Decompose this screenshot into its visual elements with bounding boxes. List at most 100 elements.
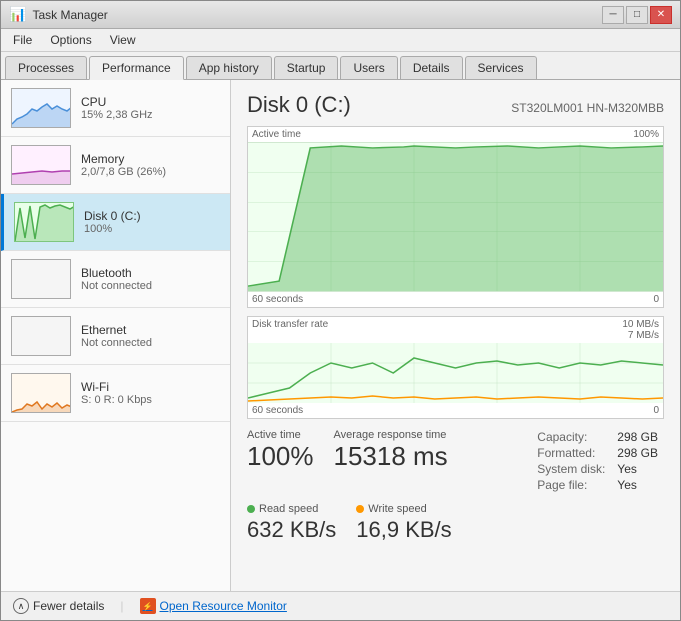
- read-speed-value: 632 KB/s: [247, 517, 336, 543]
- ethernet-mini-graph: [11, 316, 71, 356]
- write-dot: [356, 505, 364, 513]
- sidebar-item-disk[interactable]: Disk 0 (C:) 100%: [1, 194, 230, 251]
- minimize-button[interactable]: ─: [602, 6, 624, 24]
- content-area: CPU 15% 2,38 GHz Memory 2,0/7,8 GB (26%): [1, 80, 680, 591]
- sidebar: CPU 15% 2,38 GHz Memory 2,0/7,8 GB (26%): [1, 80, 231, 591]
- tab-performance[interactable]: Performance: [89, 56, 184, 80]
- disk-model: ST320LM001 HN-M320MBB: [511, 101, 664, 115]
- fewer-details-label: Fewer details: [33, 599, 104, 613]
- active-time-stat: Active time 100%: [247, 429, 314, 469]
- ethernet-sub: Not connected: [81, 337, 152, 349]
- avg-response-stat: Average response time 15318 ms: [334, 429, 448, 469]
- chart2-bottom-left: 60 seconds: [252, 405, 303, 416]
- chart1-top-labels: Active time 100%: [248, 127, 663, 142]
- disk-mini-graph: [14, 202, 74, 242]
- title-bar-left: 📊 Task Manager: [9, 6, 108, 23]
- active-time-chart: Active time 100%: [247, 126, 664, 308]
- chart1-bottom-right: 0: [653, 294, 659, 305]
- window-title: Task Manager: [32, 8, 107, 22]
- title-bar: 📊 Task Manager ─ □ ✕: [1, 1, 680, 29]
- wifi-sub: S: 0 R: 0 Kbps: [81, 394, 152, 406]
- chart2-top-right-2: 7 MB/s: [628, 330, 659, 341]
- capacity-value: 298 GB: [611, 429, 664, 445]
- chart1-bottom-left: 60 seconds: [252, 294, 303, 305]
- sidebar-item-cpu[interactable]: CPU 15% 2,38 GHz: [1, 80, 230, 137]
- resource-monitor-icon: ⚡: [140, 598, 156, 614]
- menu-options[interactable]: Options: [42, 31, 99, 49]
- tab-processes[interactable]: Processes: [5, 56, 87, 79]
- formatted-label: Formatted:: [531, 445, 611, 461]
- title-controls: ─ □ ✕: [602, 6, 672, 24]
- read-speed-group: Read speed 632 KB/s: [247, 503, 336, 543]
- chart2-bottom-right: 0: [653, 405, 659, 416]
- cpu-label-group: CPU 15% 2,38 GHz: [81, 95, 153, 121]
- chart1-top-right: 100%: [633, 129, 659, 140]
- task-manager-window: 📊 Task Manager ─ □ ✕ File Options View P…: [0, 0, 681, 621]
- transfer-rate-chart: Disk transfer rate 10 MB/s 7 MB/s: [247, 316, 664, 419]
- tab-details[interactable]: Details: [400, 56, 463, 79]
- tab-app-history[interactable]: App history: [186, 56, 272, 79]
- disk-info-table: Capacity: 298 GB Formatted: 298 GB Syste…: [531, 429, 664, 493]
- ethernet-label-group: Ethernet Not connected: [81, 323, 152, 349]
- chart2-top-right-1: 10 MB/s: [622, 319, 659, 330]
- bluetooth-label-group: Bluetooth Not connected: [81, 266, 152, 292]
- tab-services[interactable]: Services: [465, 56, 537, 79]
- write-speed-value: 16,9 KB/s: [356, 517, 451, 543]
- sidebar-item-bluetooth[interactable]: Bluetooth Not connected: [1, 251, 230, 308]
- speed-row: Read speed 632 KB/s Write speed 16,9 KB/…: [247, 503, 664, 543]
- bluetooth-label: Bluetooth: [81, 266, 152, 280]
- close-button[interactable]: ✕: [650, 6, 672, 24]
- menu-view[interactable]: View: [102, 31, 144, 49]
- cpu-mini-graph: [11, 88, 71, 128]
- sidebar-item-ethernet[interactable]: Ethernet Not connected: [1, 308, 230, 365]
- chart2-top-labels: Disk transfer rate 10 MB/s 7 MB/s: [248, 317, 663, 343]
- cpu-sub: 15% 2,38 GHz: [81, 109, 153, 121]
- memory-mini-graph: [11, 145, 71, 185]
- disk-label: Disk 0 (C:): [84, 209, 141, 223]
- active-time-value: 100%: [247, 443, 314, 469]
- main-panel: Disk 0 (C:) ST320LM001 HN-M320MBB Active…: [231, 80, 680, 591]
- chart1-bottom-labels: 60 seconds 0: [248, 292, 663, 307]
- chart1-area: [248, 142, 663, 292]
- chart2-label: Disk transfer rate: [252, 319, 328, 341]
- wifi-label: Wi-Fi: [81, 380, 152, 394]
- formatted-value: 298 GB: [611, 445, 664, 461]
- disk-sub: 100%: [84, 223, 141, 235]
- tab-users[interactable]: Users: [340, 56, 397, 79]
- disk-title: Disk 0 (C:): [247, 92, 351, 118]
- avg-response-value: 15318 ms: [334, 443, 448, 469]
- page-file-value: Yes: [611, 477, 664, 493]
- stats-row: Active time 100% Average response time 1…: [247, 429, 664, 493]
- write-speed-indicator: Write speed: [356, 503, 451, 515]
- sidebar-item-wifi[interactable]: Wi-Fi S: 0 R: 0 Kbps: [1, 365, 230, 422]
- maximize-button[interactable]: □: [626, 6, 648, 24]
- menu-file[interactable]: File: [5, 31, 40, 49]
- fewer-details-button[interactable]: ∧ Fewer details: [13, 598, 104, 614]
- footer: ∧ Fewer details | ⚡ Open Resource Monito…: [1, 591, 680, 620]
- sidebar-item-memory[interactable]: Memory 2,0/7,8 GB (26%): [1, 137, 230, 194]
- read-dot: [247, 505, 255, 513]
- read-speed-indicator: Read speed: [247, 503, 336, 515]
- resource-monitor-label: Open Resource Monitor: [160, 599, 287, 613]
- system-disk-label: System disk:: [531, 461, 611, 477]
- chart2-area: [248, 343, 663, 403]
- open-resource-monitor-link[interactable]: ⚡ Open Resource Monitor: [140, 598, 287, 614]
- wifi-label-group: Wi-Fi S: 0 R: 0 Kbps: [81, 380, 152, 406]
- chart2-bottom-labels: 60 seconds 0: [248, 403, 663, 418]
- wifi-mini-graph: [11, 373, 71, 413]
- memory-label-group: Memory 2,0/7,8 GB (26%): [81, 152, 166, 178]
- chevron-up-icon: ∧: [13, 598, 29, 614]
- page-file-label: Page file:: [531, 477, 611, 493]
- tab-bar: Processes Performance App history Startu…: [1, 52, 680, 80]
- window-icon: 📊: [9, 6, 26, 23]
- system-disk-value: Yes: [611, 461, 664, 477]
- write-speed-group: Write speed 16,9 KB/s: [356, 503, 451, 543]
- bluetooth-sub: Not connected: [81, 280, 152, 292]
- read-speed-label: Read speed: [259, 503, 318, 515]
- disk-label-group: Disk 0 (C:) 100%: [84, 209, 141, 235]
- menu-bar: File Options View: [1, 29, 680, 52]
- avg-response-label: Average response time: [334, 429, 448, 441]
- chart1-top-left: Active time: [252, 129, 301, 140]
- tab-startup[interactable]: Startup: [274, 56, 339, 79]
- disk-header: Disk 0 (C:) ST320LM001 HN-M320MBB: [247, 92, 664, 118]
